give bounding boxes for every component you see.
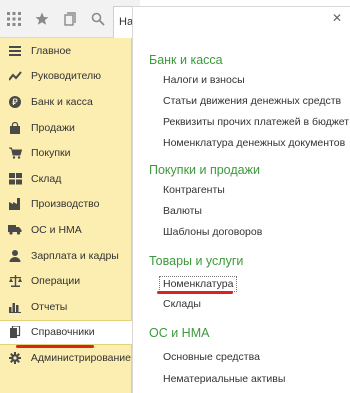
cart-icon <box>8 146 22 160</box>
ruble-coin-icon <box>8 95 22 109</box>
annotation-underline <box>157 291 233 294</box>
link-counterparties[interactable]: Контрагенты <box>163 184 225 196</box>
truck-icon <box>8 223 22 237</box>
list-icon <box>8 44 22 58</box>
search-icon[interactable] <box>84 0 112 38</box>
section-title-bank: Банк и касса <box>149 53 223 67</box>
link-budget-payment-details[interactable]: Реквизиты прочих платежей в бюджет <box>163 116 349 128</box>
sidebar-item-label: Операции <box>31 275 81 288</box>
star-icon[interactable] <box>28 0 56 38</box>
sidebar-item-label: Производство <box>31 198 100 211</box>
sidebar-item-label: Отчеты <box>31 300 68 313</box>
link-contract-templates[interactable]: Шаблоны договоров <box>163 226 262 238</box>
sidebar-item-references[interactable]: Справочники <box>0 319 132 346</box>
link-money-documents[interactable]: Номенклатура денежных документов <box>163 137 345 149</box>
sidebar-item-label: ОС и НМА <box>31 223 82 236</box>
sidebar-item-sales[interactable]: Продажи <box>0 115 131 141</box>
link-cash-flow-items[interactable]: Статьи движения денежных средств <box>163 95 341 107</box>
sidebar-item-production[interactable]: Производство <box>0 192 131 218</box>
sidebar: Главное Руководителю Банк и касса Продаж… <box>0 38 132 393</box>
sidebar-item-payroll[interactable]: Зарплата и кадры <box>0 243 131 269</box>
link-currencies[interactable]: Валюты <box>163 205 202 217</box>
history-icon[interactable] <box>56 0 84 38</box>
section-title-trade: Покупки и продажи <box>149 163 260 177</box>
factory-icon <box>8 197 22 211</box>
references-dropdown-panel: ✕ Банк и касса Налоги и взносы Статьи дв… <box>132 6 350 393</box>
link-taxes[interactable]: Налоги и взносы <box>163 74 245 86</box>
bar-chart-icon <box>8 300 22 314</box>
sidebar-item-label: Склад <box>31 172 62 185</box>
bag-icon <box>8 121 22 135</box>
link-intangible-assets[interactable]: Нематериальные активы <box>163 373 285 385</box>
sidebar-item-manager[interactable]: Руководителю <box>0 64 131 90</box>
scales-icon <box>8 274 22 288</box>
section-title-goods: Товары и услуги <box>149 254 244 268</box>
sidebar-item-operations[interactable]: Операции <box>0 268 131 294</box>
sidebar-item-label: Банк и касса <box>31 95 93 108</box>
sidebar-item-fixed-assets[interactable]: ОС и НМА <box>0 217 131 243</box>
person-icon <box>8 249 22 263</box>
sidebar-item-label: Руководителю <box>31 70 102 83</box>
sidebar-item-reports[interactable]: Отчеты <box>0 294 131 320</box>
gear-icon <box>8 351 22 365</box>
section-title-fixed-assets: ОС и НМА <box>149 326 210 340</box>
link-fixed-assets[interactable]: Основные средства <box>163 351 260 363</box>
sidebar-item-label: Справочники <box>31 326 95 339</box>
sidebar-item-bank[interactable]: Банк и касса <box>0 89 131 115</box>
sidebar-item-administration[interactable]: Администрирование <box>0 345 131 371</box>
sidebar-item-label: Главное <box>31 44 72 57</box>
sidebar-item-label: Продажи <box>31 121 75 134</box>
sidebar-item-warehouse[interactable]: Склад <box>0 166 131 192</box>
sidebar-item-label: Зарплата и кадры <box>31 249 119 262</box>
annotation-underline <box>16 345 94 348</box>
sidebar-item-label: Администрирование <box>30 351 131 364</box>
trend-icon <box>8 69 22 83</box>
warehouse-icon <box>8 172 22 186</box>
sidebar-item-label: Покупки <box>31 147 71 160</box>
link-warehouses[interactable]: Склады <box>163 298 201 310</box>
book-icon <box>8 325 22 339</box>
sidebar-item-purchases[interactable]: Покупки <box>0 140 131 166</box>
sidebar-item-main[interactable]: Главное <box>0 38 131 64</box>
link-nomenclature[interactable]: Номенклатура <box>158 276 238 292</box>
apps-grid-icon[interactable] <box>0 0 28 38</box>
close-icon[interactable]: ✕ <box>332 11 342 25</box>
